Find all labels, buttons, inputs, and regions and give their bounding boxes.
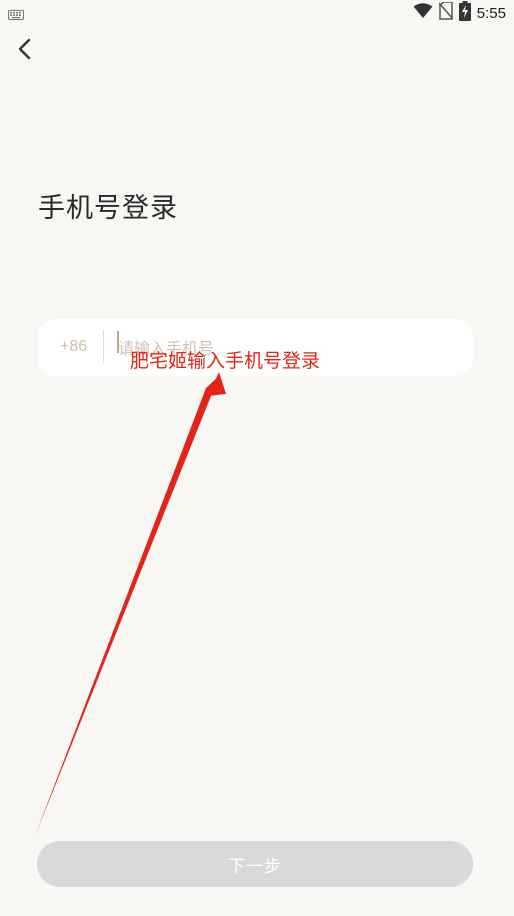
status-bar: 5:55: [0, 0, 514, 26]
annotation-label: 肥宅姬输入手机号登录: [130, 350, 321, 372]
divider: [103, 330, 104, 363]
country-code[interactable]: +86: [60, 338, 87, 356]
no-sim-icon: [438, 1, 454, 24]
status-time: 5:55: [476, 4, 506, 22]
page-title: 手机号登录: [38, 193, 178, 224]
wifi-icon: [413, 3, 433, 23]
keyboard-icon: [8, 5, 24, 24]
back-button[interactable]: [10, 35, 38, 63]
battery-charging-icon: [458, 1, 471, 25]
annotation-arrow: [35, 372, 226, 836]
chevron-left-icon: [18, 38, 31, 60]
next-button[interactable]: 下一步: [37, 841, 473, 887]
